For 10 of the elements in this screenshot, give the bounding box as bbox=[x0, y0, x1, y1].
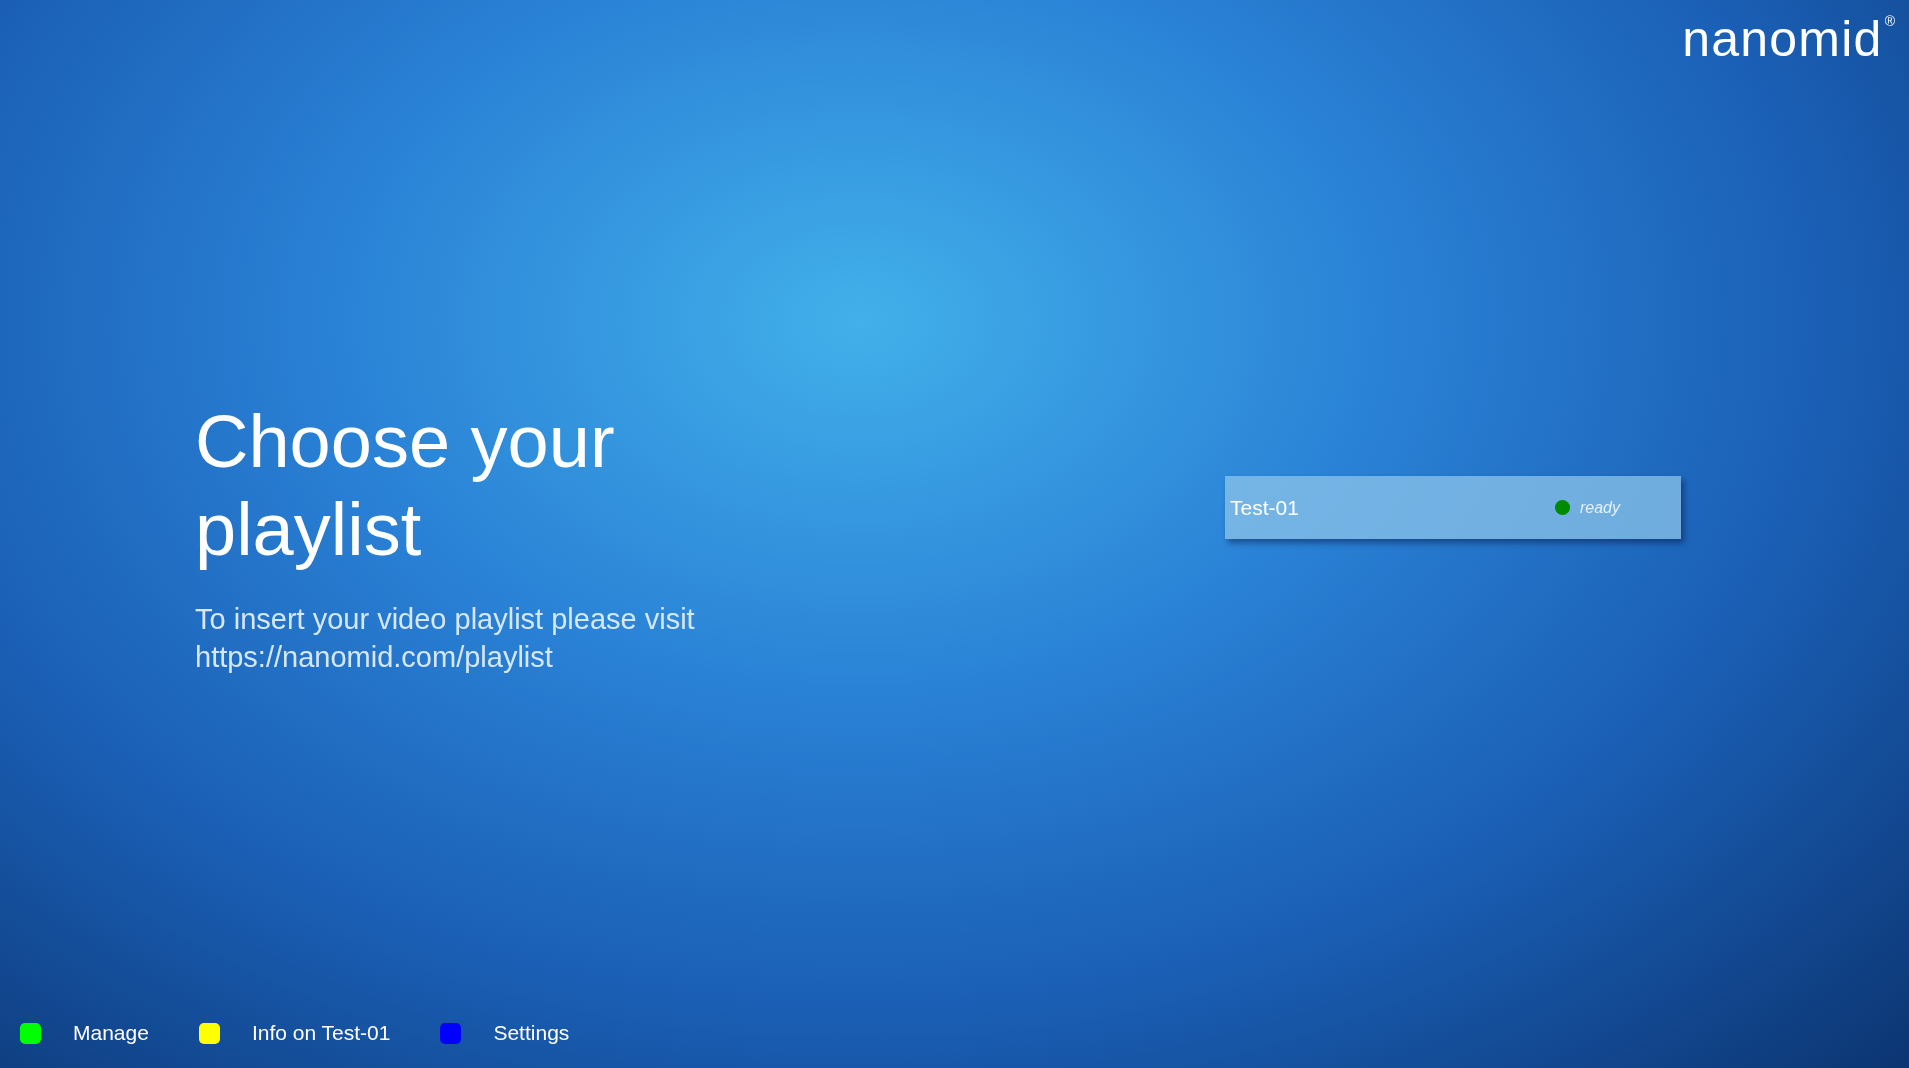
playlist-name: Test-01 bbox=[1230, 494, 1300, 521]
logo: nanomid® bbox=[1682, 14, 1895, 69]
key-label: Info on Test-01 bbox=[251, 1020, 391, 1047]
instruction-text: To insert your video playlist please visit bbox=[195, 602, 695, 637]
key-label: Settings bbox=[493, 1020, 570, 1047]
playlist-item[interactable]: Test-01 ready bbox=[1225, 476, 1681, 539]
key-label: Manage bbox=[73, 1020, 149, 1047]
playlist-link[interactable]: https://nanomid.com/playlist bbox=[195, 638, 553, 676]
status-text: ready bbox=[1579, 497, 1620, 518]
page-heading: Choose your playlist bbox=[195, 399, 616, 573]
